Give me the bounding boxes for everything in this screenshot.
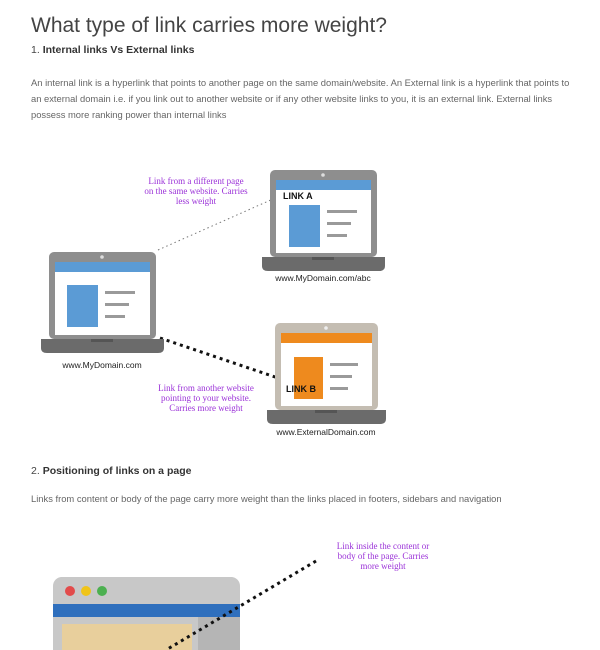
svg-text:body of the page. Carries: body of the page. Carries	[338, 551, 429, 561]
svg-text:Link from a different page: Link from a different page	[148, 176, 243, 186]
browser-window	[53, 577, 240, 650]
svg-text:Link inside the content or: Link inside the content or	[337, 541, 429, 551]
laptop-mydomain	[41, 252, 164, 353]
minimize-dot-icon	[81, 586, 91, 596]
note-content-link: Link inside the content or body of the p…	[337, 541, 429, 571]
content-area	[62, 624, 192, 650]
link-type-diagram: LINK A LINK B www.MyDomain.com www.MyDom…	[41, 170, 386, 437]
url-mydomain: www.MyDomain.com	[61, 360, 141, 370]
laptop-mydomain-abc	[262, 170, 385, 271]
section-2-title: Positioning of links on a page	[42, 465, 192, 477]
link-b-label: LINK B	[286, 384, 316, 394]
section-2-paragraph: Links from content or body of the page c…	[31, 493, 502, 504]
svg-text:Carries more weight: Carries more weight	[169, 403, 243, 413]
svg-text:less weight: less weight	[176, 196, 217, 206]
maximize-dot-icon	[97, 586, 107, 596]
close-dot-icon	[65, 586, 75, 596]
section-2-heading: 2. Positioning of links on a page	[31, 465, 191, 477]
note-external-link: Link from another website pointing to yo…	[158, 383, 254, 413]
svg-text:Link from another website: Link from another website	[158, 383, 254, 393]
external-link-line	[159, 336, 288, 383]
laptop-externaldomain	[267, 323, 386, 424]
svg-text:on the same website. Carries: on the same website. Carries	[144, 186, 248, 196]
link-a-label: LINK A	[283, 191, 313, 201]
section-2-number: 2.	[31, 465, 40, 477]
svg-text:pointing to your website.: pointing to your website.	[161, 393, 251, 403]
article: What type of link carries more weight? 1…	[0, 0, 600, 650]
content-link-line	[165, 559, 317, 650]
note-internal-link: Link from a different page on the same w…	[144, 176, 248, 206]
url-mydomain-abc: www.MyDomain.com/abc	[274, 273, 371, 283]
url-externaldomain: www.ExternalDomain.com	[275, 427, 375, 437]
svg-text:more weight: more weight	[360, 561, 406, 571]
sidebar-area	[198, 617, 240, 650]
